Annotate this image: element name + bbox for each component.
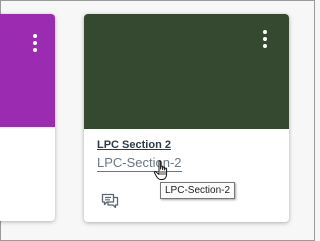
dashboard-viewport: LPC Section 2 LPC-Section-2 LPC-Section-… xyxy=(0,0,315,241)
course-title-link[interactable]: LPC Section 2 xyxy=(97,139,171,151)
course-card-hero[interactable] xyxy=(0,14,55,127)
hand-pointer-cursor xyxy=(153,160,171,182)
kebab-menu-icon[interactable] xyxy=(256,30,274,50)
course-card[interactable] xyxy=(0,14,55,221)
tooltip: LPC-Section-2 xyxy=(160,182,236,199)
kebab-menu-icon[interactable] xyxy=(26,34,44,54)
announcements-icon[interactable] xyxy=(101,193,119,209)
